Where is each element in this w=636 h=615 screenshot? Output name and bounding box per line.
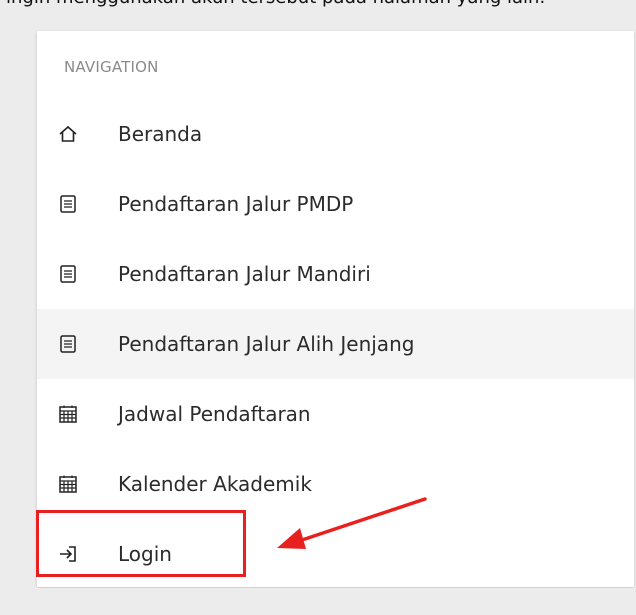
calendar-icon	[57, 473, 79, 495]
top-caption-text: ingin menggunakan akun tersebut pada hal…	[0, 0, 636, 18]
calendar-icon	[57, 403, 79, 425]
nav-item-label: Beranda	[118, 122, 203, 146]
nav-item-label: Pendaftaran Jalur Alih Jenjang	[118, 332, 415, 356]
caption-text: ingin menggunakan akun tersebut pada hal…	[6, 0, 545, 8]
nav-item-pendaftaran-pmdp[interactable]: Pendaftaran Jalur PMDP	[37, 169, 634, 239]
nav-item-label: Pendaftaran Jalur Mandiri	[118, 262, 371, 286]
annotation-arrow-icon	[277, 497, 427, 549]
nav-item-pendaftaran-alih-jenjang[interactable]: Pendaftaran Jalur Alih Jenjang	[37, 309, 634, 379]
home-icon	[57, 123, 79, 145]
page-background-band	[0, 588, 636, 615]
nav-item-jadwal-pendaftaran[interactable]: Jadwal Pendaftaran	[37, 379, 634, 449]
document-icon	[57, 263, 79, 285]
nav-item-label: Jadwal Pendaftaran	[118, 402, 311, 426]
document-icon	[57, 333, 79, 355]
nav-item-pendaftaran-mandiri[interactable]: Pendaftaran Jalur Mandiri	[37, 239, 634, 309]
nav-item-label: Pendaftaran Jalur PMDP	[118, 192, 354, 216]
login-highlight-box	[36, 510, 246, 577]
nav-item-beranda[interactable]: Beranda	[37, 99, 634, 169]
navigation-section-title: NAVIGATION	[64, 58, 159, 76]
document-icon	[57, 193, 79, 215]
